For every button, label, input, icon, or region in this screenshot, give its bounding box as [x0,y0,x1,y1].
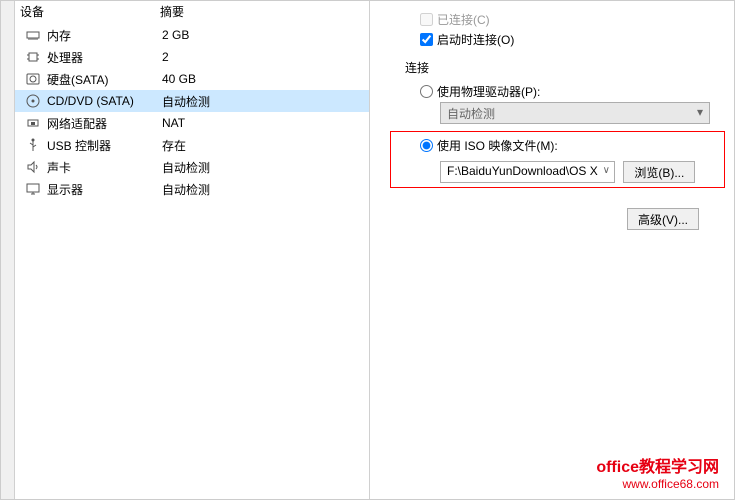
connected-label: 已连接(C) [437,11,490,28]
device-value: 自动检测 [162,159,364,176]
device-row-disk[interactable]: 硬盘(SATA) 40 GB [15,68,369,90]
advanced-row: 高级(V)... [385,183,719,230]
watermark: office教程学习网 www.office68.com [596,453,719,491]
connected-checkbox[interactable] [420,13,433,26]
device-value: 自动检测 [162,181,364,198]
device-label: CD/DVD (SATA) [47,94,162,108]
disk-icon [25,71,41,87]
usb-icon [25,137,41,153]
device-row-memory[interactable]: 内存 2 GB [15,24,369,46]
device-value: 自动检测 [162,93,364,110]
device-value: 存在 [162,137,364,154]
iso-path-value: F:\BaiduYunDownload\OS X [447,164,598,178]
connect-on-start-row: 启动时连接(O) [385,29,719,49]
device-row-cddvd[interactable]: CD/DVD (SATA) 自动检测 [15,90,369,112]
display-icon [25,181,41,197]
device-row-cpu[interactable]: 处理器 2 [15,46,369,68]
browse-button[interactable]: 浏览(B)... [623,161,695,183]
advanced-button[interactable]: 高级(V)... [627,208,699,230]
device-value: 40 GB [162,72,364,86]
physical-drive-value: 自动检测 [447,107,495,121]
header-device: 设备 [20,3,160,20]
watermark-url: www.office68.com [596,477,719,491]
device-label: 声卡 [47,159,162,176]
device-label: 处理器 [47,49,162,66]
device-list: 内存 2 GB 处理器 2 硬盘(SATA) 40 GB [15,22,369,202]
network-icon [25,115,41,131]
use-iso-radio-row: 使用 ISO 映像文件(M): [385,134,719,156]
iso-file-row: F:\BaiduYunDownload\OS X 浏览(B)... [385,156,719,183]
use-physical-radio-row: 使用物理驱动器(P): [385,80,719,102]
header-summary: 摘要 [160,3,184,20]
use-iso-radio[interactable] [420,139,433,152]
device-label: 显示器 [47,181,162,198]
device-value: 2 GB [162,28,364,42]
sound-icon [25,159,41,175]
iso-path-dropdown[interactable]: F:\BaiduYunDownload\OS X [440,161,615,183]
use-iso-label: 使用 ISO 映像文件(M): [437,137,558,154]
window-sidebar [1,1,15,499]
connection-group-label: 连接 [385,49,719,80]
browse-label: 浏览(B)... [634,166,684,180]
watermark-title: office教程学习网 [596,453,719,477]
connected-checkbox-row: 已连接(C) [385,9,719,29]
use-physical-label: 使用物理驱动器(P): [437,83,540,100]
advanced-label: 高级(V)... [638,213,688,227]
device-row-display[interactable]: 显示器 自动检测 [15,178,369,200]
device-row-sound[interactable]: 声卡 自动检测 [15,156,369,178]
device-value: 2 [162,50,364,64]
cd-icon [25,93,41,109]
device-header: 设备 摘要 [15,1,369,22]
device-row-usb[interactable]: USB 控制器 存在 [15,134,369,156]
use-physical-radio[interactable] [420,85,433,98]
device-list-panel: 设备 摘要 内存 2 GB 处理器 2 硬盘 [15,1,370,499]
device-label: 硬盘(SATA) [47,71,162,88]
settings-panel: 已连接(C) 启动时连接(O) 连接 使用物理驱动器(P): 自动检测 使用 I… [370,1,734,499]
device-label: 网络适配器 [47,115,162,132]
device-label: 内存 [47,27,162,44]
device-label: USB 控制器 [47,137,162,154]
cpu-icon [25,49,41,65]
physical-drive-dropdown[interactable]: 自动检测 [440,102,710,124]
connect-on-start-checkbox[interactable] [420,33,433,46]
device-row-network[interactable]: 网络适配器 NAT [15,112,369,134]
memory-icon [25,27,41,43]
connect-on-start-label: 启动时连接(O) [437,31,514,48]
device-value: NAT [162,116,364,130]
